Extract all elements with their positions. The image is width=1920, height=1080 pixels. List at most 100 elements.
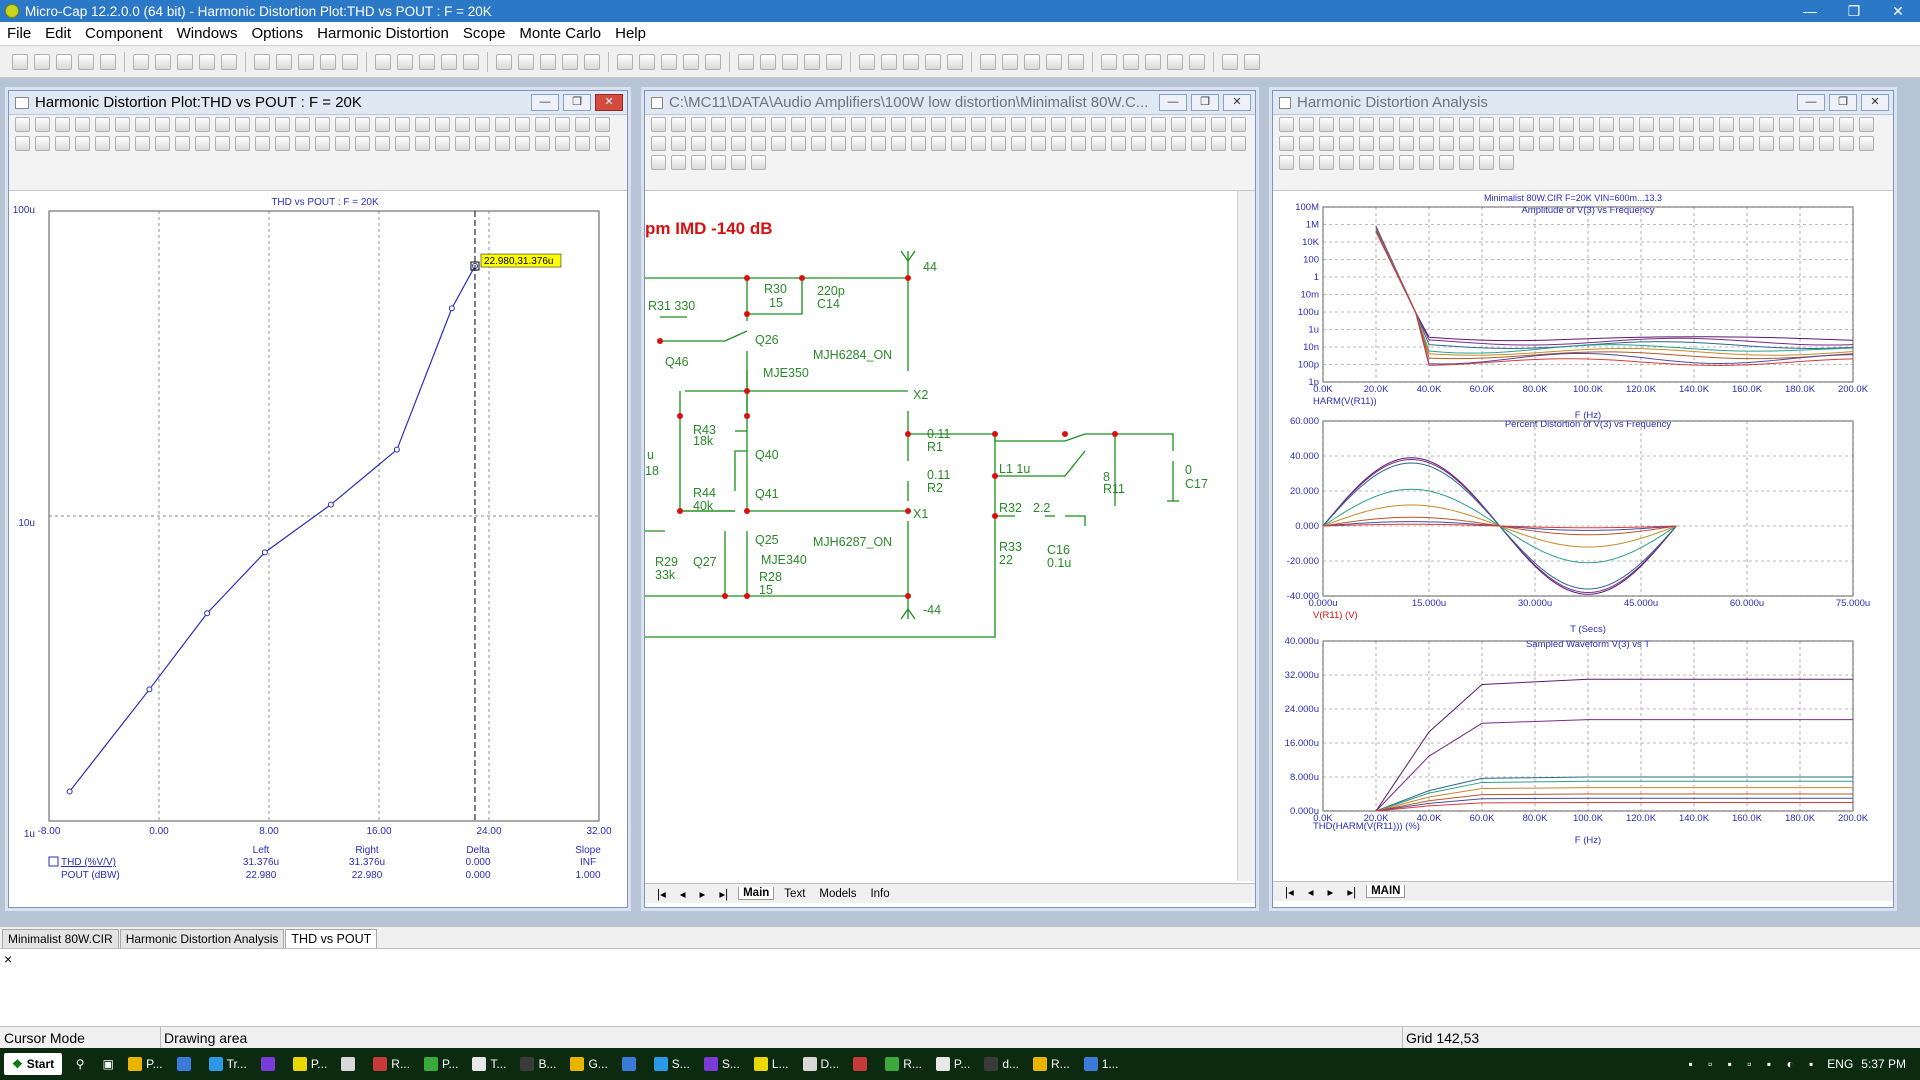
plot-tool-button[interactable] xyxy=(135,117,150,132)
plot-tool-button[interactable] xyxy=(1659,136,1674,151)
plot-tool-button[interactable] xyxy=(95,136,110,151)
taskbar-app[interactable]: T... xyxy=(466,1051,512,1077)
plot-tool-button[interactable] xyxy=(555,136,570,151)
toolbar-button[interactable] xyxy=(1189,53,1205,70)
thd-legend-checkbox[interactable] xyxy=(48,856,59,867)
plot-tool-button[interactable] xyxy=(1231,136,1246,151)
plot-tool-button[interactable] xyxy=(971,117,986,132)
hda-window-titlebar[interactable]: Harmonic Distortion Analysis — ❐ ✕ xyxy=(1273,91,1893,115)
plot-tool-button[interactable] xyxy=(1699,136,1714,151)
plot-tool-button[interactable] xyxy=(1279,117,1294,132)
hda-nav-last[interactable]: ▸| xyxy=(1343,885,1360,899)
toolbar-button[interactable] xyxy=(947,53,963,70)
start-button[interactable]: ❖ Start xyxy=(4,1053,63,1075)
plot-tool-button[interactable] xyxy=(951,117,966,132)
plot-tool-button[interactable] xyxy=(455,136,470,151)
plot-tool-button[interactable] xyxy=(1011,136,1026,151)
schematic-vertical-scrollbar[interactable] xyxy=(1237,191,1255,881)
plot-tool-button[interactable] xyxy=(1319,155,1334,170)
plot-tool-button[interactable] xyxy=(851,117,866,132)
plot-tool-button[interactable] xyxy=(751,117,766,132)
toolbar-button[interactable] xyxy=(155,53,171,70)
plot-tool-button[interactable] xyxy=(475,136,490,151)
plot-tool-button[interactable] xyxy=(1419,155,1434,170)
plot-tool-button[interactable] xyxy=(215,136,230,151)
toolbar-button[interactable] xyxy=(496,53,512,70)
hda-nav-first[interactable]: |◂ xyxy=(1281,885,1298,899)
plot-tool-button[interactable] xyxy=(1171,117,1186,132)
plot-tool-button[interactable] xyxy=(355,136,370,151)
toolbar-button[interactable] xyxy=(1002,53,1018,70)
taskbar-app[interactable] xyxy=(616,1051,646,1077)
plot-tool-button[interactable] xyxy=(711,117,726,132)
plot-tool-button[interactable] xyxy=(751,155,766,170)
taskbar-app[interactable] xyxy=(255,1051,285,1077)
plot-tool-button[interactable] xyxy=(1071,136,1086,151)
plot-tool-button[interactable] xyxy=(155,136,170,151)
toolbar-button[interactable] xyxy=(177,53,193,70)
search-icon[interactable]: ⚲ xyxy=(66,1057,94,1071)
plot-tool-button[interactable] xyxy=(1519,136,1534,151)
plot-tool-button[interactable] xyxy=(115,117,130,132)
plot-tool-button[interactable] xyxy=(1231,117,1246,132)
plot-tool-button[interactable] xyxy=(851,136,866,151)
hda-nav-next[interactable]: ▸ xyxy=(1324,885,1338,899)
plot-tool-button[interactable] xyxy=(275,136,290,151)
plot-tool-button[interactable] xyxy=(1719,136,1734,151)
toolbar-button[interactable] xyxy=(738,53,754,70)
plot-tool-button[interactable] xyxy=(455,117,470,132)
plot-tool-button[interactable] xyxy=(1439,155,1454,170)
schematic-canvas[interactable]: pm IMD -140 dB 44 -44 R30 15 220p C14 R3… xyxy=(645,191,1237,881)
plot-tool-button[interactable] xyxy=(731,117,746,132)
plot-tool-button[interactable] xyxy=(1279,155,1294,170)
plot-tool-button[interactable] xyxy=(1539,117,1554,132)
menu-file[interactable]: File xyxy=(0,25,38,42)
toolbar-button[interactable] xyxy=(661,53,677,70)
plot-tool-button[interactable] xyxy=(931,117,946,132)
plot-tool-button[interactable] xyxy=(1479,155,1494,170)
plot-tool-button[interactable] xyxy=(911,117,926,132)
page-nav-first[interactable]: |◂ xyxy=(653,887,670,901)
plot-tool-button[interactable] xyxy=(651,117,666,132)
plot-tool-button[interactable] xyxy=(475,117,490,132)
plot-tool-button[interactable] xyxy=(335,136,350,151)
doc-tab-hda[interactable]: Harmonic Distortion Analysis xyxy=(119,929,285,948)
plot-tool-button[interactable] xyxy=(871,117,886,132)
plot-tool-button[interactable] xyxy=(1739,136,1754,151)
plot-tool-button[interactable] xyxy=(435,117,450,132)
plot-tool-button[interactable] xyxy=(1299,136,1314,151)
toolbar-button[interactable] xyxy=(276,53,292,70)
page-nav-prev[interactable]: ◂ xyxy=(676,887,690,901)
plot-tool-button[interactable] xyxy=(395,136,410,151)
plot-tool-button[interactable] xyxy=(515,117,530,132)
plot-tool-button[interactable] xyxy=(15,136,30,151)
schematic-window-titlebar[interactable]: C:\MC11\DATA\Audio Amplifiers\100W low d… xyxy=(645,91,1255,115)
toolbar-button[interactable] xyxy=(683,53,699,70)
plot-tool-button[interactable] xyxy=(535,117,550,132)
toolbar-button[interactable] xyxy=(1145,53,1161,70)
toolbar-button[interactable] xyxy=(1101,53,1117,70)
plot-tool-button[interactable] xyxy=(811,117,826,132)
page-nav-next[interactable]: ▸ xyxy=(696,887,710,901)
toolbar-button[interactable] xyxy=(980,53,996,70)
tab-text[interactable]: Text xyxy=(780,888,809,900)
menu-component[interactable]: Component xyxy=(78,25,170,42)
plot-tool-button[interactable] xyxy=(1579,117,1594,132)
plot-tool-button[interactable] xyxy=(1679,136,1694,151)
plot-tool-button[interactable] xyxy=(175,136,190,151)
toolbar-button[interactable] xyxy=(320,53,336,70)
plot-tool-button[interactable] xyxy=(1439,136,1454,151)
task-view-icon[interactable]: ▣ xyxy=(94,1057,122,1071)
plot-tool-button[interactable] xyxy=(435,136,450,151)
plot-tool-button[interactable] xyxy=(891,136,906,151)
toolbar-button[interactable] xyxy=(617,53,633,70)
toolbar-button[interactable] xyxy=(1167,53,1183,70)
schematic-minimize-button[interactable]: — xyxy=(1159,94,1187,111)
toolbar-button[interactable] xyxy=(518,53,534,70)
toolbar-button[interactable] xyxy=(100,53,116,70)
plot-tool-button[interactable] xyxy=(155,117,170,132)
plot-tool-button[interactable] xyxy=(1379,155,1394,170)
plot-tool-button[interactable] xyxy=(1639,136,1654,151)
hda-minimize-button[interactable]: — xyxy=(1797,94,1825,111)
taskbar-app[interactable]: Tr... xyxy=(203,1051,253,1077)
